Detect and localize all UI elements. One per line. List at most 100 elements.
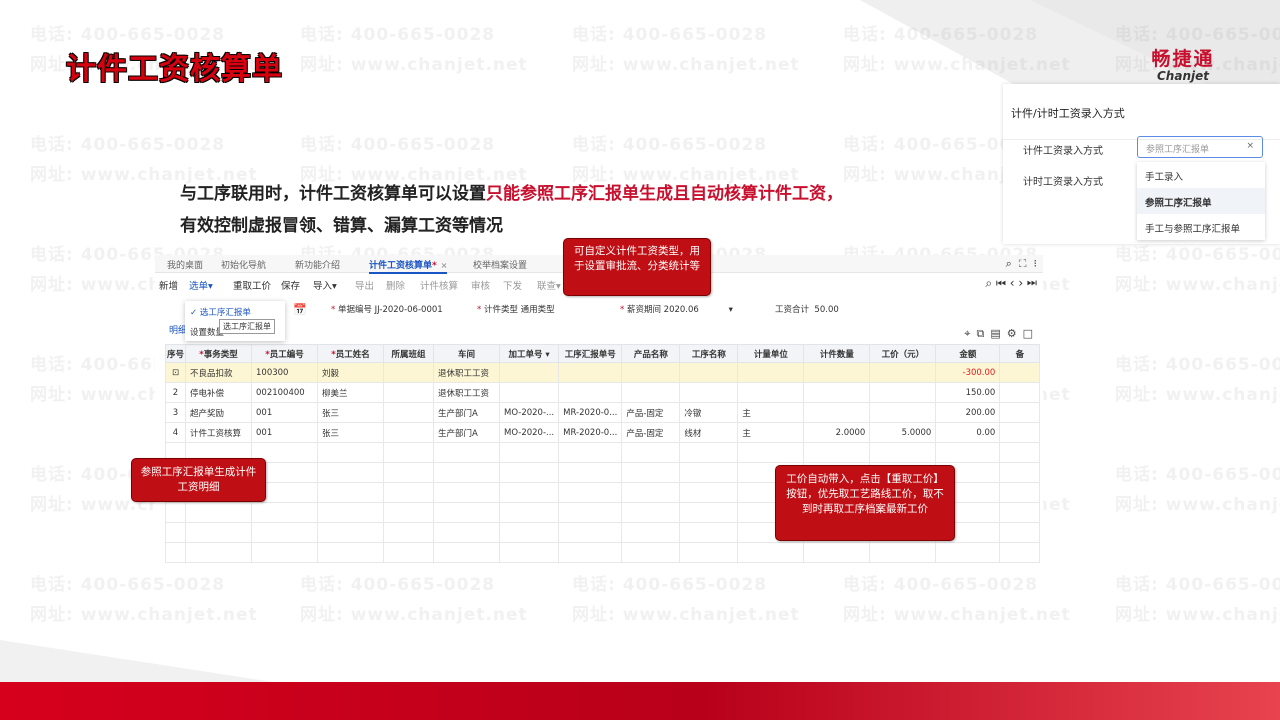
table-cell[interactable]: 退休职工工资: [433, 362, 500, 383]
empty-cell[interactable]: [999, 462, 1041, 483]
table-cell[interactable]: 线材: [679, 422, 739, 443]
empty-cell[interactable]: [383, 482, 434, 503]
expand-icon[interactable]: □: [1023, 327, 1039, 340]
close-icon[interactable]: ×: [441, 261, 448, 270]
empty-cell[interactable]: [433, 482, 500, 503]
empty-cell[interactable]: [679, 502, 739, 523]
save-button[interactable]: 保存: [281, 278, 300, 292]
last-icon[interactable]: ⏭: [1027, 276, 1037, 290]
table-cell[interactable]: 2: [165, 382, 186, 403]
prev-icon[interactable]: ‹: [1010, 276, 1015, 290]
empty-cell[interactable]: [558, 522, 623, 543]
table-cell[interactable]: 计件工资核算: [185, 422, 252, 443]
empty-cell[interactable]: [251, 502, 318, 523]
location-icon[interactable]: ⌖: [964, 327, 976, 340]
table-cell[interactable]: [383, 402, 434, 423]
col-trans-type[interactable]: *事务类型: [185, 344, 252, 363]
table-cell[interactable]: 张三: [317, 402, 384, 423]
table-cell[interactable]: 冷镦: [679, 402, 739, 423]
empty-cell[interactable]: [999, 502, 1041, 523]
empty-cell[interactable]: [383, 542, 434, 563]
calendar-icon[interactable]: 📅: [293, 303, 307, 316]
table-cell[interactable]: ⊡: [165, 362, 186, 383]
table-cell[interactable]: [869, 362, 937, 383]
table-cell[interactable]: 刘毅: [317, 362, 384, 383]
col-qty[interactable]: 计件数量: [803, 344, 871, 363]
table-cell[interactable]: [869, 382, 937, 403]
empty-cell[interactable]: [803, 542, 871, 563]
piece-mode-select[interactable]: 参照工序汇报单 ×: [1137, 136, 1263, 158]
menu-select-report[interactable]: ✓ 选工序汇报单: [185, 301, 285, 321]
empty-cell[interactable]: [165, 522, 186, 543]
empty-cell[interactable]: [498, 482, 560, 503]
empty-cell[interactable]: [737, 442, 805, 463]
fullscreen-icon[interactable]: ⛶: [1019, 257, 1027, 270]
settings-icon[interactable]: ⚙: [1007, 327, 1023, 340]
refetch-price-button[interactable]: 重取工价: [233, 278, 271, 292]
empty-cell[interactable]: [999, 522, 1041, 543]
empty-cell[interactable]: [737, 542, 805, 563]
doc-no-value[interactable]: JJ-2020-06-0001: [375, 305, 443, 315]
table-cell[interactable]: [558, 382, 623, 403]
table-cell[interactable]: 生产部门A: [433, 402, 500, 423]
table-cell[interactable]: [383, 362, 434, 383]
table-cell[interactable]: [558, 362, 623, 383]
empty-cell[interactable]: [935, 542, 1001, 563]
table-cell[interactable]: [803, 402, 871, 423]
empty-cell[interactable]: [317, 542, 384, 563]
table-cell[interactable]: 超产奖励: [185, 402, 252, 423]
empty-cell[interactable]: [558, 542, 623, 563]
type-value[interactable]: 通用类型: [521, 305, 555, 315]
tab-init-nav[interactable]: 初始化导航: [221, 258, 266, 271]
table-cell[interactable]: 150.00: [935, 382, 1001, 403]
export-button[interactable]: 导出: [355, 278, 374, 292]
table-cell[interactable]: 生产部门A: [433, 422, 500, 443]
option-both[interactable]: 手工与参照工序汇报单: [1137, 214, 1265, 240]
table-cell[interactable]: [737, 362, 805, 383]
table-cell[interactable]: [679, 362, 739, 383]
table-row[interactable]: 4 计件工资核算 001 张三 生产部门A MO-2020-... MR-2020-0...…: [165, 422, 1041, 443]
empty-cell[interactable]: [803, 442, 871, 463]
table-cell[interactable]: [999, 422, 1041, 443]
empty-cell[interactable]: [498, 442, 560, 463]
import-button[interactable]: 导入▾: [313, 278, 337, 292]
table-cell[interactable]: [383, 382, 434, 403]
empty-cell[interactable]: [165, 502, 186, 523]
empty-cell[interactable]: [558, 502, 623, 523]
empty-cell[interactable]: [317, 502, 384, 523]
empty-cell[interactable]: [621, 442, 681, 463]
table-cell[interactable]: [999, 402, 1041, 423]
empty-row[interactable]: [165, 442, 1041, 463]
table-cell[interactable]: [498, 382, 560, 403]
empty-cell[interactable]: [317, 462, 384, 483]
empty-cell[interactable]: [621, 462, 681, 483]
table-cell[interactable]: [999, 362, 1041, 383]
empty-cell[interactable]: [433, 442, 500, 463]
col-emp-name[interactable]: *员工姓名: [317, 344, 384, 363]
copy-icon[interactable]: ⧉: [976, 327, 990, 340]
table-cell[interactable]: [383, 422, 434, 443]
first-icon[interactable]: ⏮: [996, 276, 1006, 290]
table-cell[interactable]: [803, 382, 871, 403]
table-cell[interactable]: MO-2020-...: [498, 422, 560, 443]
table-row[interactable]: 2 停电补偿 002100400 柳美兰 退休职工工资 150.00: [165, 382, 1041, 403]
tab-desktop[interactable]: 我的桌面: [167, 258, 203, 271]
empty-cell[interactable]: [621, 522, 681, 543]
empty-cell[interactable]: [558, 442, 623, 463]
option-manual[interactable]: 手工录入: [1137, 162, 1265, 188]
chevron-down-icon[interactable]: ▾: [729, 305, 733, 315]
col-product[interactable]: 产品名称: [621, 344, 681, 363]
col-workshop[interactable]: 车间: [433, 344, 500, 363]
col-team[interactable]: 所属班组: [383, 344, 434, 363]
table-cell[interactable]: 001: [251, 422, 318, 443]
table-cell[interactable]: -300.00: [935, 362, 1001, 383]
query-button[interactable]: 联查▾: [537, 278, 561, 292]
empty-cell[interactable]: [383, 462, 434, 483]
piece-calc-button[interactable]: 计件核算: [420, 278, 458, 292]
option-reference[interactable]: 参照工序汇报单: [1137, 188, 1265, 214]
table-cell[interactable]: 5.0000: [869, 422, 937, 443]
table-cell[interactable]: 0.00: [935, 422, 1001, 443]
table-cell[interactable]: [869, 402, 937, 423]
select-button[interactable]: 选单▾: [189, 278, 213, 292]
paste-icon[interactable]: ▤: [990, 327, 1006, 340]
